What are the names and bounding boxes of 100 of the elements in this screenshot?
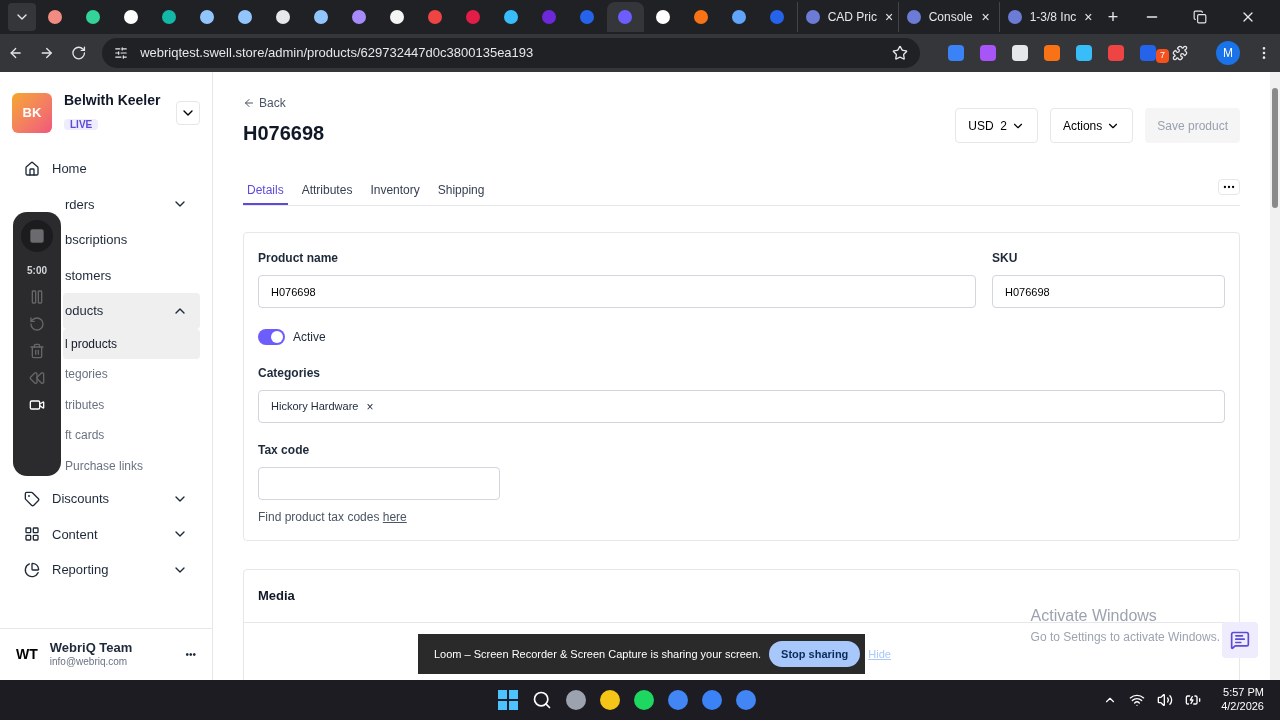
browser-tab[interactable]: Console × (897, 2, 998, 32)
tab-list-button[interactable] (8, 3, 36, 31)
bookmark-star-icon[interactable] (892, 45, 908, 61)
extension-badge: 7 (1156, 49, 1169, 63)
here-link[interactable]: here (382, 510, 407, 524)
back-icon[interactable] (8, 45, 24, 61)
taskbar-app-icon[interactable] (736, 690, 756, 710)
pause-icon[interactable] (29, 289, 45, 305)
nav-item[interactable]: Reporting (12, 552, 200, 588)
stop-sharing-button[interactable]: Stop sharing (769, 641, 861, 667)
sku-field[interactable]: H076698 (992, 275, 1225, 308)
taskbar-app-icon[interactable] (600, 690, 620, 710)
forward-icon[interactable] (39, 45, 55, 61)
categories-field[interactable]: Hickory Hardware × (258, 390, 1225, 423)
tax-hint: Find product tax codes here (258, 509, 408, 526)
nav-subitem[interactable]: tegories (63, 359, 200, 390)
favicon-icon (805, 10, 820, 24)
active-toggle[interactable] (258, 329, 285, 345)
taskbar-app-icon[interactable] (634, 690, 654, 710)
tab-close-button[interactable]: × (1084, 6, 1093, 28)
browser-tab[interactable]: CAD Pric × (796, 2, 897, 32)
tab-close-button[interactable]: × (885, 6, 894, 28)
browser-tab[interactable]: 1-3/8 Inc × (998, 2, 1099, 32)
extensions-icon[interactable] (1172, 45, 1188, 61)
tab-title: CAD Pric (827, 9, 877, 26)
reload-icon[interactable] (70, 45, 87, 61)
remove-button[interactable]: × (366, 397, 374, 416)
tab-title: Console (928, 9, 974, 26)
taskbar-app-icon[interactable] (668, 690, 688, 710)
currency-dropdown[interactable]: USD 2 (955, 108, 1038, 143)
field-label: Categories (258, 365, 322, 382)
toggle-label: Active (293, 329, 326, 346)
nav-item[interactable]: oducts (63, 293, 200, 329)
store-name: Belwith Keeler (64, 91, 162, 110)
profile-avatar[interactable]: M (1216, 41, 1240, 65)
url-text: webriqtest.swell.store/admin/products/629732447d0c3800135ea193 (140, 44, 535, 63)
field-label: SKU (992, 250, 1019, 267)
restart-icon[interactable] (29, 316, 45, 332)
stop-recording-button[interactable] (21, 220, 53, 252)
user-email: info@webriq.com (49, 656, 129, 669)
start-icon[interactable] (498, 690, 518, 710)
section-title: Media (258, 587, 296, 605)
volume-icon[interactable] (1157, 692, 1174, 708)
tax-code-field[interactable] (258, 467, 500, 500)
category-label: Hickory Hardware (271, 399, 359, 415)
new-tab-button[interactable]: + (1099, 3, 1127, 31)
help-button[interactable] (1222, 622, 1258, 658)
delete-icon[interactable] (29, 343, 45, 359)
nav-item[interactable]: bscriptions (63, 222, 200, 258)
back-link[interactable]: Back (243, 94, 956, 112)
nav-item[interactable]: Content (12, 516, 200, 552)
nav-subitem[interactable]: ft cards (63, 420, 200, 451)
back-label: Back (259, 95, 286, 112)
site-info-icon (114, 46, 129, 60)
battery-icon[interactable] (1185, 692, 1202, 708)
camera-icon[interactable] (29, 397, 45, 413)
search-icon[interactable] (532, 690, 552, 710)
pie-chart-icon (24, 561, 40, 578)
tab[interactable]: Shipping (433, 176, 489, 205)
stop-icon (29, 228, 45, 244)
nav-item[interactable]: stomers (63, 257, 200, 293)
extension-icon[interactable] (1012, 45, 1028, 61)
more-button[interactable] (1218, 178, 1240, 195)
product-name-field[interactable]: H076698 (258, 275, 976, 308)
activation-text: Go to Settings to activate Windows. (1030, 629, 1220, 646)
address-bar[interactable]: webriqtest.swell.store/admin/products/629732447d0c3800135ea193 (102, 38, 920, 68)
extension-icon[interactable] (1044, 45, 1060, 61)
tab-title: 1-3/8 Inc (1029, 9, 1077, 26)
rewind-icon[interactable] (29, 370, 45, 386)
clock-date: 4/2/2026 (1221, 700, 1264, 714)
arrow-left-icon (243, 97, 255, 109)
tab[interactable]: Inventory (366, 176, 424, 205)
nav-subitem[interactable]: l products (63, 328, 200, 359)
actions-dropdown[interactable]: Actions (1049, 108, 1134, 143)
activation-title: Activate Windows (1030, 606, 1158, 626)
taskbar-app-icon[interactable] (566, 690, 586, 710)
wifi-icon[interactable] (1129, 692, 1146, 708)
store-avatar: BK (12, 92, 52, 133)
recording-timer: 5:00 (27, 264, 47, 278)
store-switcher-button[interactable] (176, 100, 200, 125)
user-name: WebriQ Team (49, 640, 134, 657)
user-menu-button[interactable]: ••• (185, 647, 196, 662)
nav-subitem[interactable]: tributes (63, 389, 200, 420)
tab[interactable]: Attributes (297, 176, 357, 205)
scrollbar-thumb[interactable] (1272, 88, 1278, 208)
nav-item[interactable]: Discounts (12, 481, 200, 517)
page-title: H076698 (243, 121, 326, 146)
extension-icon[interactable] (1076, 45, 1092, 61)
status-badge: LIVE (64, 119, 99, 130)
field-label: Product name (258, 250, 339, 267)
nav-subitem[interactable]: Purchase links (63, 450, 200, 481)
restore-icon[interactable] (1193, 10, 1208, 24)
tab-close-button[interactable]: × (981, 6, 990, 28)
nav-item[interactable]: Home (12, 151, 200, 187)
nav-item[interactable]: rders (63, 186, 200, 222)
favicon-icon (906, 10, 921, 24)
help-icon (1230, 630, 1250, 650)
tab[interactable]: Details (243, 176, 288, 205)
grid-icon (24, 526, 40, 543)
taskbar-app-icon[interactable] (702, 690, 722, 710)
